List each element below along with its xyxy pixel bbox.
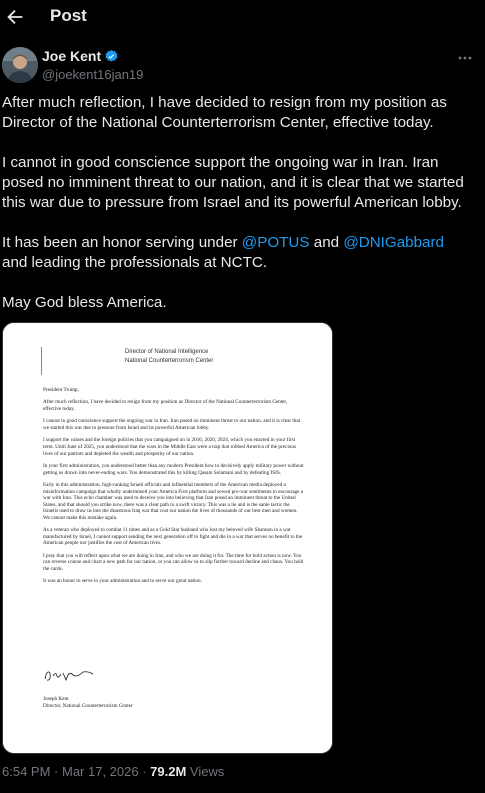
- letter-paragraph: I pray that you will reflect upon what w…: [43, 552, 304, 573]
- view-count: 79.2M: [150, 764, 187, 779]
- post-time[interactable]: 6:54 PM: [2, 764, 50, 779]
- letter-paragraph: Early in this administration, high-ranki…: [43, 481, 304, 521]
- tweet-paragraph: I cannot in good conscience support the …: [2, 154, 464, 211]
- verified-badge-icon: [105, 49, 118, 62]
- letterhead-divider: [41, 347, 42, 375]
- letter-paragraph: I support the values and the foreign pol…: [43, 437, 296, 457]
- post-date[interactable]: Mar 17, 2026: [62, 764, 139, 779]
- avatar[interactable]: [2, 47, 38, 83]
- tweet-paragraph: It has been an honor serving under @POTU…: [2, 234, 445, 271]
- tweet-paragraph: After much reflection, I have decided to…: [2, 94, 447, 131]
- letter-paragraph: I cannot in good conscience support the …: [43, 418, 301, 431]
- signer-name: Joseph Kent: [43, 696, 69, 702]
- author-handle[interactable]: @joekent16jan19: [42, 67, 143, 82]
- author-row: Joe Kent @joekent16jan19: [0, 44, 485, 86]
- letter-document: Director of National Intelligence Nation…: [3, 323, 332, 753]
- signature: [44, 671, 94, 682]
- letter-paragraph: In your first administration, you unders…: [43, 462, 304, 476]
- more-options-icon[interactable]: [457, 50, 473, 60]
- letterhead-line: Director of National Intelligence: [125, 349, 209, 355]
- mention-link[interactable]: @DNIGabbard: [343, 234, 444, 251]
- top-bar: Post: [0, 0, 485, 34]
- signer-block: Joseph Kent Director, National Counterte…: [43, 696, 133, 709]
- tweet-text: After much reflection, I have decided to…: [2, 93, 472, 333]
- letterhead-line: National Counterterrorism Center: [125, 358, 214, 364]
- post-metadata: 6:54 PM · Mar 17, 2026 · 79.2M Views: [2, 764, 225, 779]
- letter-salutation: President Trump,: [43, 387, 79, 393]
- letter-paragraph: As a veteran who deployed to combat 11 t…: [43, 527, 303, 547]
- signer-title: Director, National Counterterrorism Cent…: [43, 702, 133, 709]
- attached-letter-image[interactable]: Director of National Intelligence Nation…: [2, 322, 333, 754]
- mention-link[interactable]: @POTUS: [242, 234, 310, 251]
- page-title: Post: [50, 6, 87, 25]
- letter-body: President Trump, After much reflection, …: [43, 387, 305, 591]
- author-name[interactable]: Joe Kent: [42, 48, 101, 64]
- views-label: Views: [186, 764, 225, 779]
- tweet-paragraph: May God bless America.: [2, 294, 167, 311]
- back-arrow-icon[interactable]: [4, 6, 26, 28]
- letter-paragraph: After much reflection, I have decided to…: [43, 399, 288, 412]
- letter-paragraph: It was an honor to serve in your adminis…: [43, 578, 202, 585]
